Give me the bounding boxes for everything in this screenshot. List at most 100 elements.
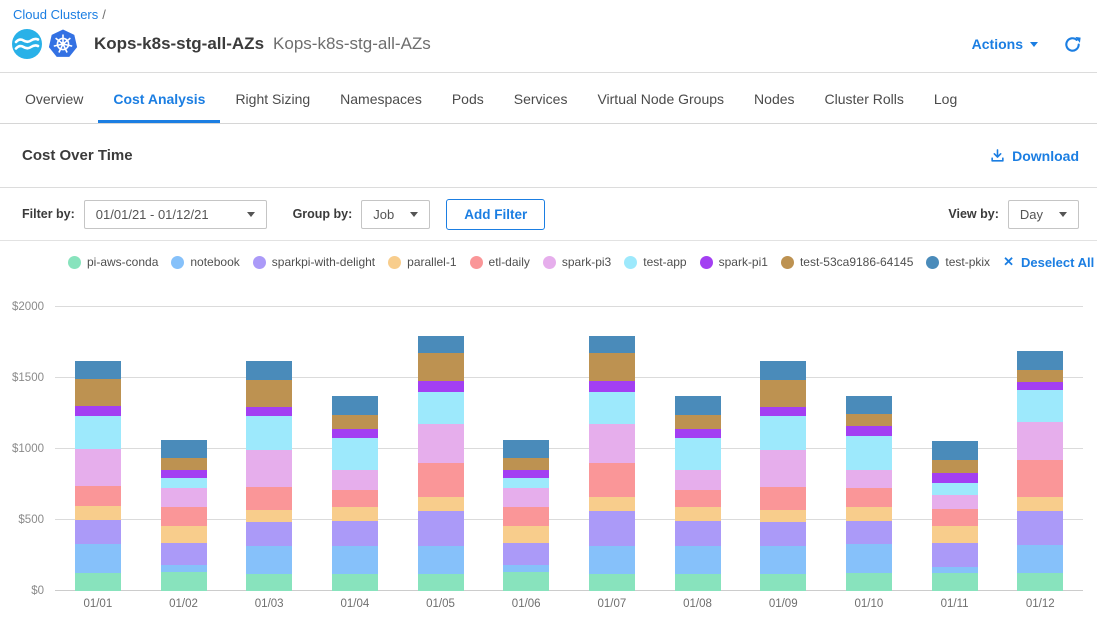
tab-cost-analysis[interactable]: Cost Analysis: [98, 73, 220, 123]
legend-label: sparkpi-with-delight: [272, 255, 375, 269]
bar-segment-spark-pi1: [503, 470, 549, 479]
actions-button[interactable]: Actions: [972, 36, 1038, 52]
bar-segment-test-pkix: [589, 336, 635, 353]
bar-segment-test-53ca9186-64145: [418, 353, 464, 381]
bar-segment-test-53ca9186-64145: [1017, 370, 1063, 381]
legend-item-pi-aws-conda[interactable]: pi-aws-conda: [68, 255, 158, 269]
chart-plot: $0$500$1000$1500$2000: [55, 307, 1083, 591]
bar-segment-spark-pi3: [246, 450, 292, 487]
bar-stack: [161, 440, 207, 591]
tab-cluster-rolls[interactable]: Cluster Rolls: [810, 73, 919, 123]
actions-label: Actions: [972, 36, 1023, 52]
bar-segment-pi-aws-conda: [760, 574, 806, 591]
bar-stack: [418, 336, 464, 591]
group-by-select[interactable]: Job: [361, 200, 430, 229]
bar-segment-parallel-1: [760, 510, 806, 522]
legend-item-notebook[interactable]: notebook: [171, 255, 239, 269]
bar-segment-parallel-1: [75, 506, 121, 520]
breadcrumb-link-cloud-clusters[interactable]: Cloud Clusters: [13, 7, 98, 22]
bar-segment-notebook: [246, 546, 292, 574]
bar-segment-sparkpi-with-delight: [75, 520, 121, 544]
bar-group-01-11: [912, 307, 998, 591]
bar-segment-notebook: [1017, 545, 1063, 573]
download-label: Download: [1012, 148, 1079, 164]
y-axis-tick-label: $500: [0, 514, 44, 526]
bar-segment-spark-pi3: [418, 424, 464, 462]
refresh-icon[interactable]: [1064, 36, 1081, 53]
legend-item-etl-daily[interactable]: etl-daily: [470, 255, 530, 269]
x-axis-tick-label: 01/10: [826, 598, 912, 610]
legend-item-test-pkix[interactable]: test-pkix: [926, 255, 990, 269]
view-by-select[interactable]: Day: [1008, 200, 1079, 229]
bar-segment-test-app: [1017, 390, 1063, 422]
x-axis-tick-label: 01/11: [912, 598, 998, 610]
bar-segment-test-app: [589, 392, 635, 424]
legend-item-parallel-1[interactable]: parallel-1: [388, 255, 456, 269]
page-subtitle: Kops-k8s-stg-all-AZs: [273, 34, 431, 54]
page-header: Kops-k8s-stg-all-AZs Kops-k8s-stg-all-AZ…: [0, 22, 1097, 59]
x-axis-tick-label: 01/04: [312, 598, 398, 610]
legend-dot-icon: [700, 256, 713, 269]
bar-segment-test-pkix: [503, 440, 549, 458]
legend-item-spark-pi3[interactable]: spark-pi3: [543, 255, 611, 269]
tab-namespaces[interactable]: Namespaces: [325, 73, 437, 123]
bar-segment-spark-pi1: [161, 470, 207, 479]
bar-segment-etl-daily: [332, 490, 378, 507]
tab-pods[interactable]: Pods: [437, 73, 499, 123]
bar-group-01-10: [826, 307, 912, 591]
bar-segment-spark-pi3: [503, 488, 549, 507]
bar-segment-test-pkix: [1017, 351, 1063, 370]
kubernetes-icon: [48, 29, 78, 59]
x-axis-tick-label: 01/03: [226, 598, 312, 610]
add-filter-button[interactable]: Add Filter: [446, 199, 545, 230]
bar-segment-spark-pi3: [1017, 422, 1063, 460]
bar-stack: [246, 361, 292, 591]
bar-segment-spark-pi3: [675, 470, 721, 490]
page-title: Kops-k8s-stg-all-AZs: [94, 34, 264, 54]
x-axis-tick-label: 01/01: [55, 598, 141, 610]
date-range-value: 01/01/21 - 01/12/21: [96, 207, 209, 222]
deselect-all-button[interactable]: ✕ Deselect All: [1003, 254, 1094, 270]
legend-item-spark-pi1[interactable]: spark-pi1: [700, 255, 768, 269]
tab-nodes[interactable]: Nodes: [739, 73, 809, 123]
legend-item-test-53ca9186-64145[interactable]: test-53ca9186-64145: [781, 255, 913, 269]
bar-segment-pi-aws-conda: [75, 573, 121, 591]
bar-segment-spark-pi1: [589, 381, 635, 392]
bar-segment-sparkpi-with-delight: [161, 543, 207, 565]
y-axis-tick-label: $1500: [0, 372, 44, 384]
bar-segment-sparkpi-with-delight: [418, 511, 464, 546]
bar-segment-parallel-1: [246, 510, 292, 522]
legend-dot-icon: [926, 256, 939, 269]
section-title: Cost Over Time: [22, 147, 133, 164]
bar-segment-test-pkix: [161, 440, 207, 458]
legend-dot-icon: [470, 256, 483, 269]
legend-label: spark-pi3: [562, 255, 611, 269]
bar-segment-spark-pi1: [332, 429, 378, 439]
cost-over-time-section-header: Cost Over Time Download: [0, 124, 1097, 188]
download-button[interactable]: Download: [990, 148, 1079, 164]
bar-segment-parallel-1: [503, 526, 549, 543]
bar-segment-sparkpi-with-delight: [675, 521, 721, 546]
bar-segment-test-pkix: [760, 361, 806, 380]
bar-segment-sparkpi-with-delight: [246, 522, 292, 545]
tab-right-sizing[interactable]: Right Sizing: [220, 73, 325, 123]
bar-segment-parallel-1: [589, 497, 635, 511]
tab-overview[interactable]: Overview: [10, 73, 98, 123]
tab-log[interactable]: Log: [919, 73, 972, 123]
tab-services[interactable]: Services: [499, 73, 583, 123]
legend-item-test-app[interactable]: test-app: [624, 255, 686, 269]
legend-dot-icon: [171, 256, 184, 269]
bar-segment-test-pkix: [846, 396, 892, 415]
bar-group-01-02: [141, 307, 227, 591]
bar-segment-sparkpi-with-delight: [332, 521, 378, 546]
bar-segment-etl-daily: [503, 507, 549, 527]
bar-segment-sparkpi-with-delight: [932, 543, 978, 567]
date-range-select[interactable]: 01/01/21 - 01/12/21: [84, 200, 267, 229]
legend-item-sparkpi-with-delight[interactable]: sparkpi-with-delight: [253, 255, 375, 269]
bar-segment-etl-daily: [75, 486, 121, 506]
tab-virtual-node-groups[interactable]: Virtual Node Groups: [582, 73, 739, 123]
bar-segment-notebook: [846, 544, 892, 573]
x-axis-tick-label: 01/08: [655, 598, 741, 610]
x-axis-tick-label: 01/07: [569, 598, 655, 610]
legend-dot-icon: [253, 256, 266, 269]
